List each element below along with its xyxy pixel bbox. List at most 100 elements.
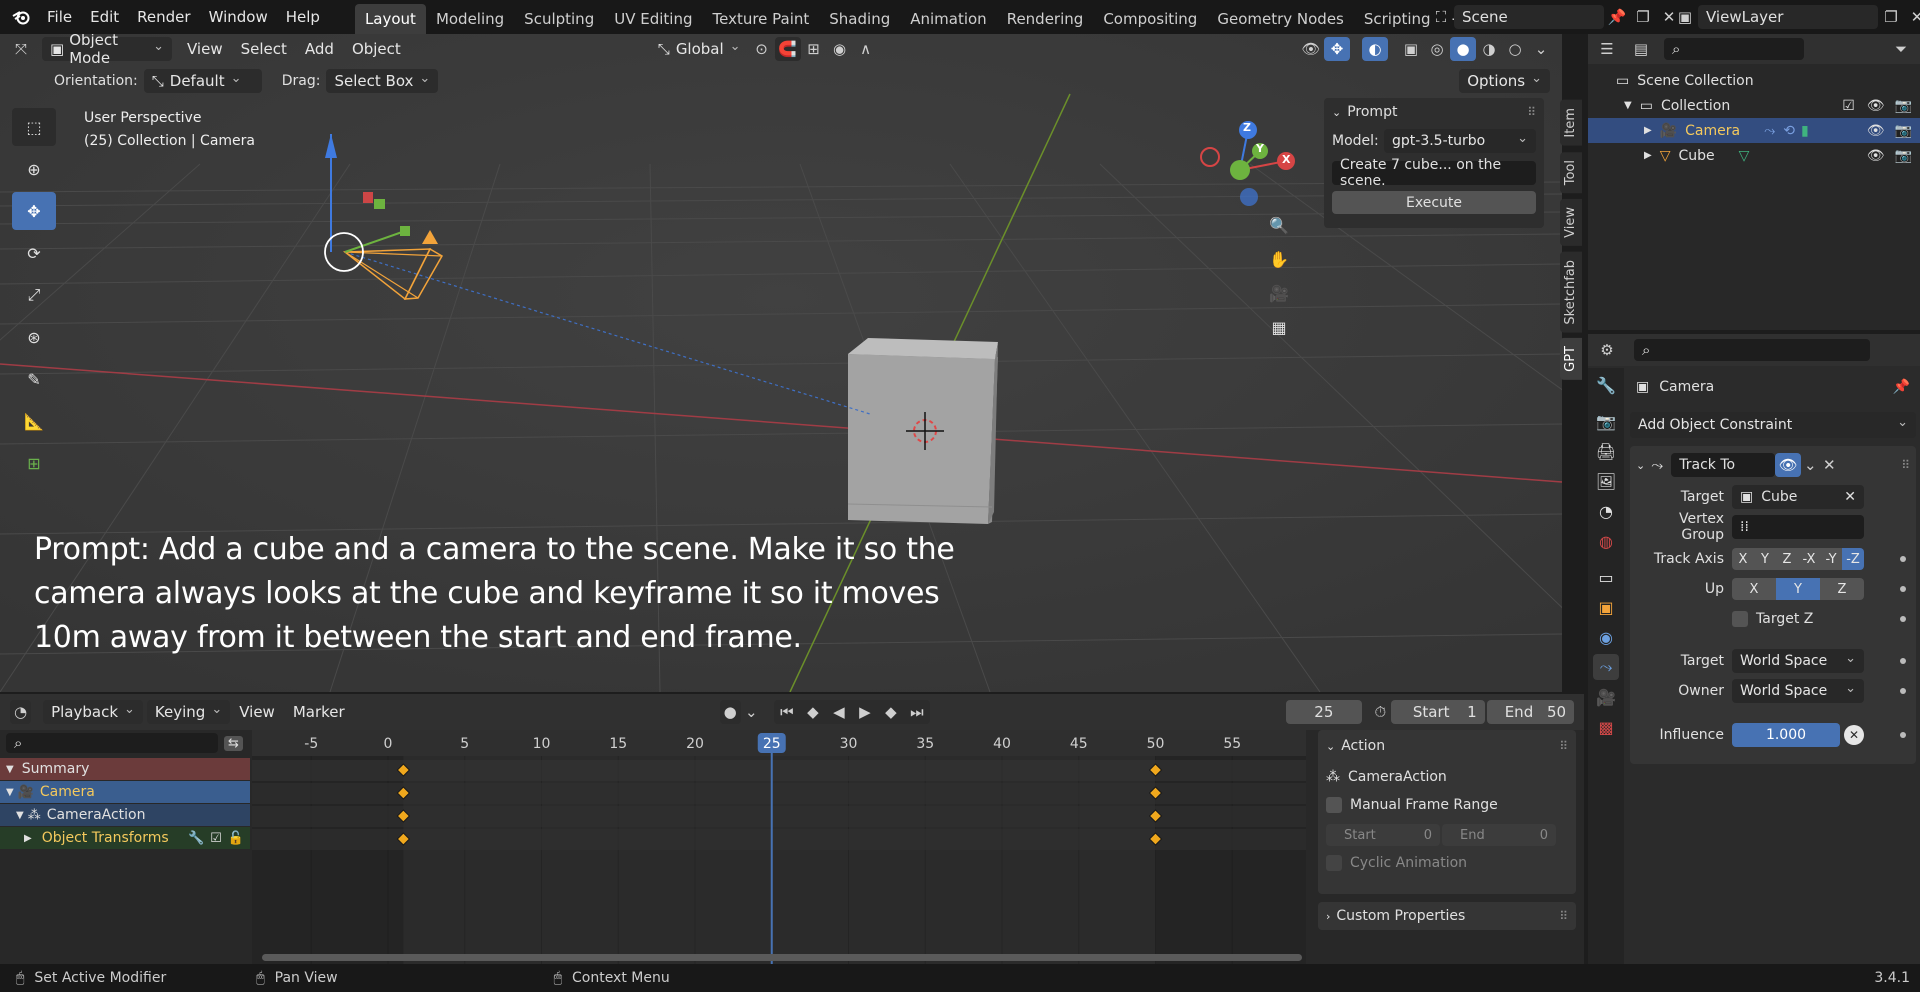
chevron-right-icon[interactable]: ▶ <box>24 833 32 844</box>
scene-name-field[interactable]: Scene <box>1454 5 1604 29</box>
play-reverse-icon[interactable]: ◀ <box>826 700 852 724</box>
channel-camera[interactable]: ▼ 🎥 Camera <box>0 781 250 803</box>
move-tool-icon[interactable]: ✥ <box>12 192 56 230</box>
render-camera-icon[interactable]: 📷 <box>1895 98 1912 114</box>
close-icon[interactable]: ✕ <box>1844 489 1856 505</box>
prompt-panel-header[interactable]: ⌄ Prompt ⠿ <box>1324 98 1544 126</box>
properties-search-input[interactable]: ⌕ <box>1634 339 1870 361</box>
tab-shading[interactable]: Shading <box>819 4 900 34</box>
chevron-down-icon[interactable]: ▼ <box>6 787 14 798</box>
keyframe-dot-icon[interactable] <box>1900 616 1906 622</box>
editor-type-icon[interactable]: ⤧ <box>8 37 34 61</box>
pan-hand-icon[interactable]: ✋ <box>1266 246 1292 272</box>
viewport-menu-select[interactable]: Select <box>232 34 296 64</box>
jump-end-icon[interactable]: ⏭ <box>904 700 930 724</box>
texture-tab-icon[interactable]: ▩ <box>1593 714 1619 740</box>
model-dropdown[interactable]: gpt-3.5-turbo <box>1384 129 1536 153</box>
close-icon[interactable]: ✕ <box>1819 453 1839 477</box>
wireframe-shading-icon[interactable]: ◎ <box>1424 37 1450 61</box>
add-object-constraint-dropdown[interactable]: Add Object Constraint <box>1630 412 1916 438</box>
add-cube-tool-icon[interactable]: ⊞ <box>12 444 56 482</box>
track-axis-y[interactable]: Y <box>1754 548 1776 570</box>
close-icon[interactable]: ✕ <box>1904 5 1920 29</box>
swap-icon[interactable]: ⇆ <box>224 735 243 751</box>
object-tab-icon[interactable]: ▣ <box>1593 594 1619 620</box>
tab-modeling[interactable]: Modeling <box>426 4 514 34</box>
render-tab-icon[interactable]: 📷 <box>1593 408 1619 434</box>
render-camera-icon[interactable]: 📷 <box>1895 123 1912 139</box>
select-box-tool-icon[interactable]: ⬚ <box>12 108 56 146</box>
world-tab-icon[interactable]: ◍ <box>1593 528 1619 554</box>
up-axis-z[interactable]: Z <box>1820 578 1864 600</box>
end-frame-field[interactable]: End 50 <box>1486 700 1575 724</box>
tab-rendering[interactable]: Rendering <box>997 4 1094 34</box>
material-shading-icon[interactable]: ◑ <box>1476 37 1502 61</box>
camera-data-tab-icon[interactable]: 🎥 <box>1593 684 1619 710</box>
menu-edit[interactable]: Edit <box>81 0 128 34</box>
up-axis-y[interactable]: Y <box>1776 578 1820 600</box>
overlay-toggle-icon[interactable]: ◐ <box>1362 37 1388 61</box>
eye-icon[interactable]: 👁 <box>1867 123 1885 139</box>
editor-type-icon[interactable]: ◔ <box>10 700 32 724</box>
view-layer-icon[interactable]: ▣ <box>1672 5 1698 29</box>
solid-shading-icon[interactable]: ● <box>1450 37 1476 61</box>
scale-tool-icon[interactable]: ⤢ <box>12 276 56 314</box>
camera-view-icon[interactable]: 🎥 <box>1266 280 1292 306</box>
tab-geometry-nodes[interactable]: Geometry Nodes <box>1207 4 1354 34</box>
outliner-item-camera[interactable]: ▶ 🎥 Camera ⤳ ⟲ ▮ 👁 📷 <box>1588 118 1920 143</box>
tab-layout[interactable]: Layout <box>354 4 426 34</box>
drag-handle-icon[interactable]: ⠿ <box>1559 909 1568 923</box>
chevron-down-icon[interactable]: ▼ <box>16 810 24 821</box>
tab-uv-editing[interactable]: UV Editing <box>604 4 702 34</box>
vertex-group-field[interactable]: ⁞⁞ <box>1732 515 1864 539</box>
output-tab-icon[interactable]: 🖨 <box>1593 438 1619 464</box>
filter-icon[interactable]: ⏷ <box>1888 37 1914 61</box>
keyframe-dot-icon[interactable] <box>1900 688 1906 694</box>
timeline-menu-marker[interactable]: Marker <box>284 694 354 730</box>
tab-tool[interactable]: Tool <box>1560 151 1582 193</box>
tool-tab-icon[interactable]: 🔧 <box>1593 372 1619 398</box>
scene-icon[interactable]: ⛶ <box>1428 5 1454 29</box>
channel-camera-action[interactable]: ▼ ⁂ CameraAction <box>0 804 250 826</box>
tab-view[interactable]: View <box>1560 198 1582 246</box>
playback-menu[interactable]: Playback <box>43 700 143 724</box>
track-axis-z[interactable]: Z <box>1776 548 1798 570</box>
current-frame-field[interactable]: 25 <box>1285 700 1362 724</box>
menu-render[interactable]: Render <box>128 0 199 34</box>
prev-keyframe-icon[interactable]: ◆ <box>800 700 826 724</box>
tab-sketchfab[interactable]: Sketchfab <box>1560 251 1582 333</box>
menu-help[interactable]: Help <box>277 0 329 34</box>
zoom-icon[interactable]: 🔍 <box>1266 212 1292 238</box>
up-axis-x[interactable]: X <box>1732 578 1776 600</box>
menu-window[interactable]: Window <box>200 0 277 34</box>
xray-icon[interactable]: ▣ <box>1398 37 1424 61</box>
viewport-menu-object[interactable]: Object <box>343 34 410 64</box>
chevron-down-icon[interactable]: ⌄ <box>1636 459 1645 472</box>
transform-tool-icon[interactable]: ⊛ <box>12 318 56 356</box>
new-view-layer-icon[interactable]: ❐ <box>1878 5 1904 29</box>
track-axis-neg-z[interactable]: -Z <box>1842 548 1864 570</box>
view-layer-tab-icon[interactable]: 🖼 <box>1593 468 1619 494</box>
collection-tab-icon[interactable]: ▭ <box>1593 564 1619 590</box>
action-end-field[interactable]: End 0 <box>1442 824 1556 846</box>
action-start-field[interactable]: Start 0 <box>1326 824 1440 846</box>
snap-target-icon[interactable]: ⊞ <box>801 37 827 61</box>
action-name-row[interactable]: ⁂ CameraAction <box>1326 762 1568 792</box>
options-dropdown[interactable]: Options <box>1459 69 1550 93</box>
shading-options-icon[interactable]: ⌄ <box>1528 37 1554 61</box>
drag-handle-icon[interactable]: ⠿ <box>1901 458 1910 472</box>
drag-dropdown[interactable]: Select Box <box>326 69 439 93</box>
viewport-menu-add[interactable]: Add <box>296 34 343 64</box>
chevron-right-icon[interactable]: ▶ <box>1644 150 1652 161</box>
tab-gpt[interactable]: GPT <box>1560 338 1582 381</box>
tab-compositing[interactable]: Compositing <box>1093 4 1207 34</box>
menu-file[interactable]: File <box>38 0 81 34</box>
cursor-tool-icon[interactable]: ⊕ <box>12 150 56 188</box>
keyframe-dot-icon[interactable] <box>1900 556 1906 562</box>
drag-handle-icon[interactable]: ⠿ <box>1559 739 1568 753</box>
next-keyframe-icon[interactable]: ◆ <box>878 700 904 724</box>
editor-type-icon[interactable]: ☰ <box>1594 37 1620 61</box>
view-layer-name-field[interactable]: ViewLayer <box>1698 5 1878 29</box>
chevron-down-icon[interactable]: ▼ <box>6 764 14 775</box>
channel-search-input[interactable]: ⌕ <box>6 733 218 753</box>
